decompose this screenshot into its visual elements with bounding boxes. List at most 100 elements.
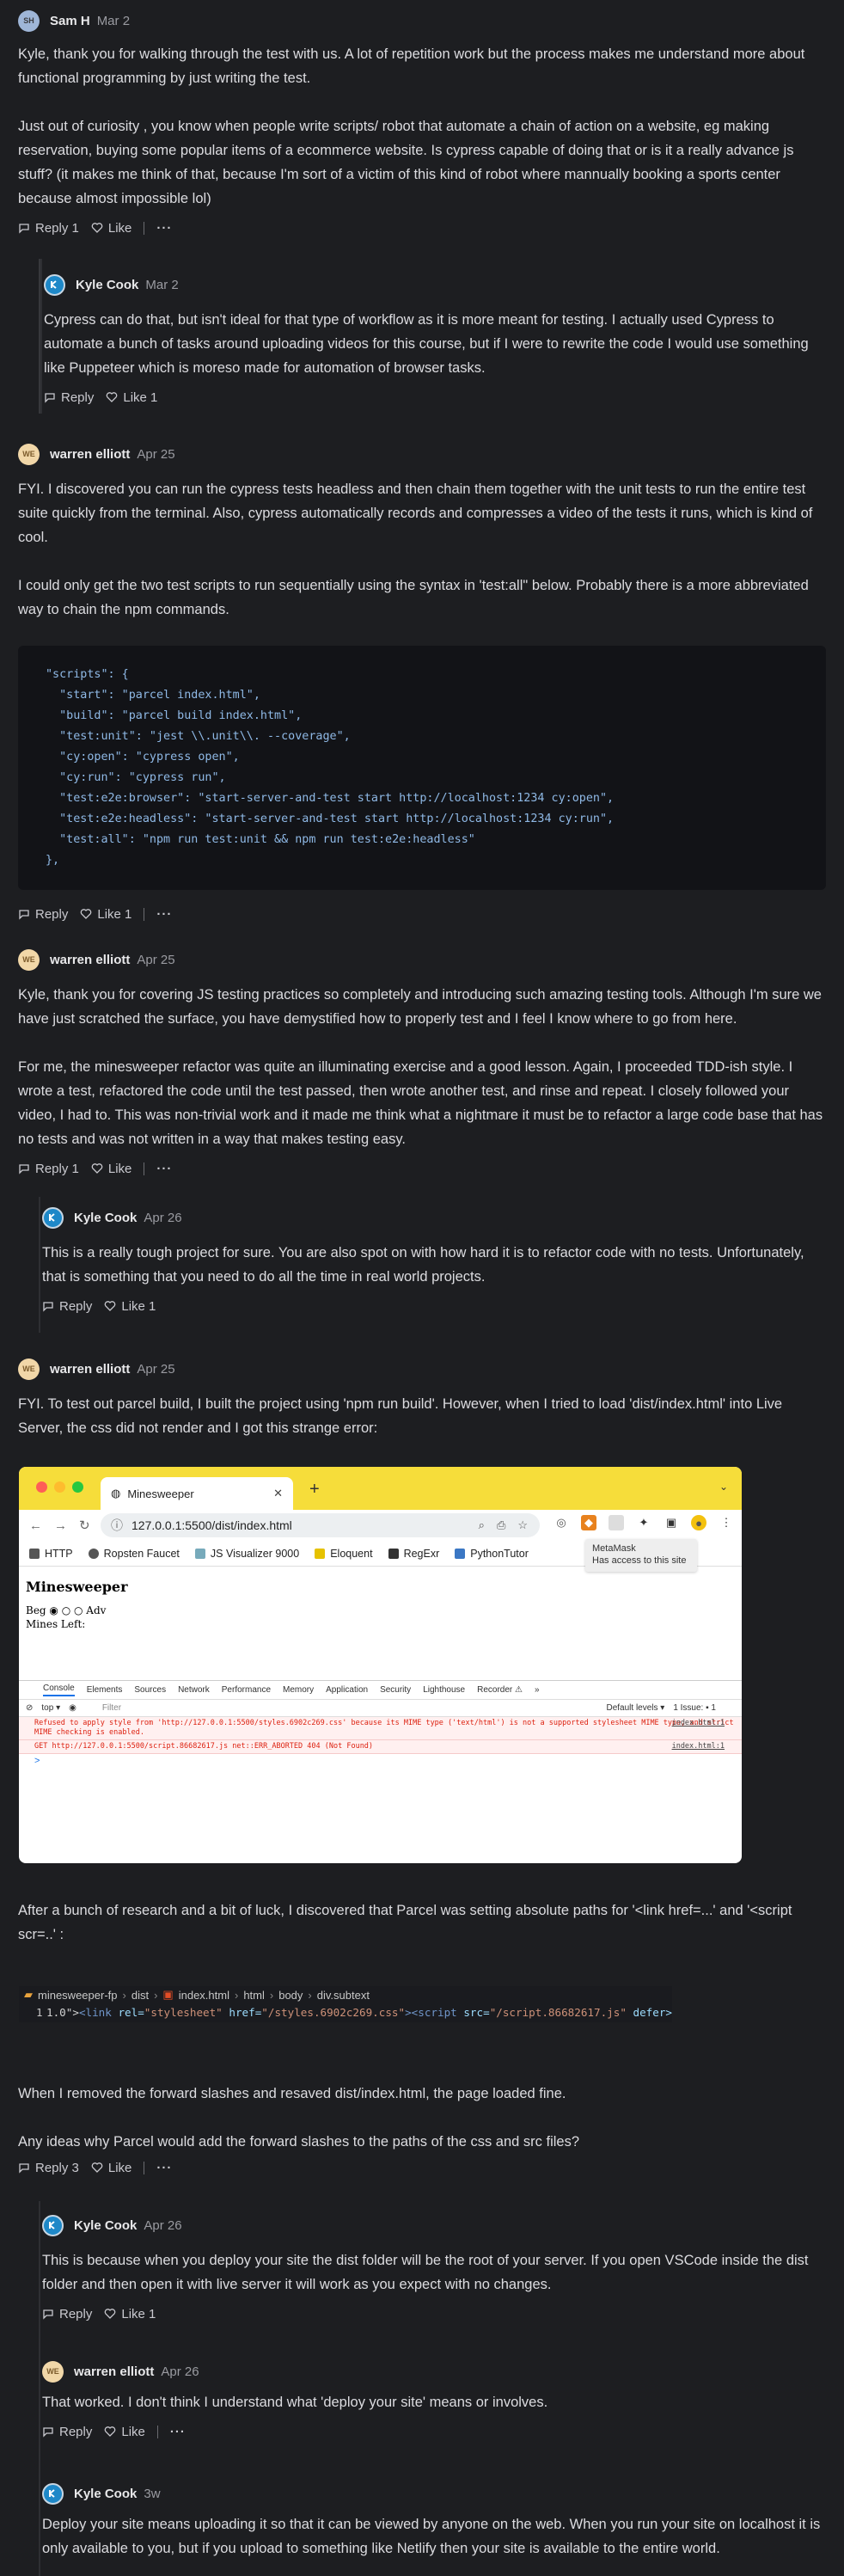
more-icon[interactable]: ··· <box>156 907 172 922</box>
author-name[interactable]: Kyle Cook <box>74 2487 137 2501</box>
eye-icon[interactable]: ◉ <box>69 1703 76 1713</box>
avatar[interactable]: WE <box>42 2360 64 2383</box>
address-bar[interactable]: ⓘ 127.0.0.1:5500/dist/index.html ⌕ ⎙ ☆ <box>101 1513 540 1537</box>
tab-network[interactable]: Network <box>178 1685 210 1695</box>
comment-paragraph: Kyle, thank you for walking through the … <box>18 46 805 86</box>
tab-recorder[interactable]: Recorder ⚠ <box>477 1685 523 1695</box>
more-icon[interactable]: ··· <box>156 2161 172 2175</box>
reply-button[interactable]: Reply <box>18 907 68 922</box>
like-button[interactable]: Like 1 <box>80 907 131 922</box>
like-button[interactable]: Like <box>91 221 131 236</box>
avatar[interactable]: WE <box>18 1358 40 1380</box>
reply-button[interactable]: Reply <box>42 2425 92 2439</box>
bookmark[interactable]: RegExr <box>388 1548 439 1560</box>
comment-date: 3w <box>144 2486 161 2501</box>
more-tabs-icon[interactable]: » <box>535 1685 540 1695</box>
browser-tab[interactable]: ◍ Minesweeper ✕ <box>101 1477 293 1510</box>
kyle-cook-avatar[interactable] <box>42 2482 64 2505</box>
like-button[interactable]: Like <box>91 2161 131 2175</box>
reply-button[interactable]: Reply <box>42 2307 92 2321</box>
browser-tabstrip: ◍ Minesweeper ✕ + ⌄ <box>19 1467 742 1510</box>
reply-icon <box>43 2427 53 2438</box>
star-icon[interactable]: ☆ <box>517 1518 528 1532</box>
avatar[interactable]: WE <box>18 948 40 971</box>
reply-button[interactable]: Reply <box>42 1299 92 1314</box>
author-name[interactable]: Kyle Cook <box>74 1211 137 1225</box>
comment: WE warren elliott Apr 25 FYI. To test ou… <box>18 1357 826 1440</box>
author-name[interactable]: Kyle Cook <box>74 2218 137 2233</box>
kyle-cook-avatar[interactable] <box>44 273 65 296</box>
tab-lighthouse[interactable]: Lighthouse <box>423 1685 465 1695</box>
close-icon[interactable]: ✕ <box>273 1487 283 1500</box>
author-name[interactable]: warren elliott <box>74 2364 154 2379</box>
maximize-window-icon[interactable] <box>72 1481 83 1493</box>
bookmark[interactable]: Ropsten Faucet <box>88 1548 180 1560</box>
devtools-panel: Console Elements Sources Network Perform… <box>19 1680 742 1768</box>
chevron-down-icon[interactable]: ⌄ <box>719 1481 728 1493</box>
levels-select[interactable]: Default levels ▾ <box>606 1703 664 1713</box>
extension-icon[interactable] <box>609 1515 624 1530</box>
issues-badge[interactable]: 1 Issue: ▪ 1 <box>673 1703 716 1713</box>
reply-button[interactable]: Reply 3 <box>18 2161 79 2175</box>
more-icon[interactable]: ··· <box>170 2425 186 2439</box>
difficulty-radios[interactable]: Beg ◉ ○ ○ Adv <box>26 1604 735 1617</box>
author-name[interactable]: warren elliott <box>50 1362 130 1377</box>
comment-actions: Reply 1 Like ··· <box>18 1156 826 1181</box>
sidebar-icon[interactable]: ▣ <box>664 1515 679 1530</box>
new-tab-icon[interactable]: + <box>309 1480 320 1500</box>
comment-date: Apr 25 <box>137 446 175 462</box>
bookmark[interactable]: HTTP <box>29 1548 73 1560</box>
author-name[interactable]: Kyle Cook <box>76 278 138 292</box>
tab-memory[interactable]: Memory <box>283 1685 314 1695</box>
like-button[interactable]: Like 1 <box>104 1299 156 1314</box>
profile-icon[interactable]: ● <box>691 1515 706 1530</box>
share-icon[interactable]: ⎙ <box>497 1518 505 1532</box>
like-button[interactable]: Like <box>104 2425 145 2439</box>
close-window-icon[interactable] <box>36 1481 47 1493</box>
context-select[interactable]: top ▾ <box>41 1703 60 1713</box>
clear-console-icon[interactable]: ⊘ <box>26 1703 33 1713</box>
author-name[interactable]: warren elliott <box>50 953 130 967</box>
tab-console[interactable]: Console <box>43 1684 75 1696</box>
kyle-cook-avatar[interactable] <box>42 2214 64 2236</box>
avatar[interactable]: WE <box>18 443 40 465</box>
bookmark[interactable]: PythonTutor <box>455 1548 529 1560</box>
author-name[interactable]: Sam H <box>50 14 90 28</box>
more-icon[interactable]: ··· <box>156 1162 172 1176</box>
search-icon[interactable]: ⌕ <box>479 1518 485 1532</box>
comment-paragraph: That worked. I don't think I understand … <box>42 2395 548 2410</box>
console-prompt[interactable]: > <box>19 1754 742 1768</box>
tab-application[interactable]: Application <box>326 1685 368 1695</box>
tab-performance[interactable]: Performance <box>222 1685 271 1695</box>
minimize-window-icon[interactable] <box>54 1481 65 1493</box>
source-link[interactable]: index.html:1 <box>672 1742 725 1751</box>
reload-icon[interactable]: ↻ <box>79 1518 90 1533</box>
bookmark[interactable]: JS Visualizer 9000 <box>194 1548 299 1560</box>
avatar[interactable]: SH <box>18 9 40 32</box>
tab-security[interactable]: Security <box>380 1685 411 1695</box>
puzzle-icon[interactable]: ✦ <box>636 1515 651 1530</box>
comment-paragraph: I could only get the two test scripts to… <box>18 578 809 617</box>
back-icon[interactable]: ← <box>29 1518 42 1533</box>
like-button[interactable]: Like 1 <box>104 2307 156 2321</box>
reply-icon <box>19 1164 29 1175</box>
forward-icon[interactable]: → <box>54 1518 67 1533</box>
reply-button[interactable]: Reply <box>44 390 94 405</box>
comment-paragraph: FYI. To test out parcel build, I built t… <box>18 1396 783 1436</box>
tab-elements[interactable]: Elements <box>87 1685 123 1695</box>
bookmark[interactable]: Eloquent <box>315 1548 373 1560</box>
reply-button[interactable]: Reply 1 <box>18 221 79 236</box>
tab-sources[interactable]: Sources <box>134 1685 166 1695</box>
like-button[interactable]: Like 1 <box>106 390 157 405</box>
like-button[interactable]: Like <box>91 1162 131 1176</box>
more-icon[interactable]: ··· <box>156 221 172 236</box>
filter-input[interactable]: Filter <box>102 1703 121 1713</box>
source-link[interactable]: index.html:1 <box>672 1719 725 1728</box>
author-name[interactable]: warren elliott <box>50 447 130 462</box>
extension-icon[interactable]: ◎ <box>553 1515 569 1530</box>
menu-icon[interactable]: ⋮ <box>719 1515 734 1530</box>
kyle-cook-avatar[interactable] <box>42 1206 64 1229</box>
reply-button[interactable]: Reply 1 <box>18 1162 79 1176</box>
editor-snippet: ▰ minesweeper-fp › dist › ▣ index.html › ht… <box>19 1986 672 2022</box>
metamask-icon[interactable]: ◆ <box>581 1515 596 1530</box>
